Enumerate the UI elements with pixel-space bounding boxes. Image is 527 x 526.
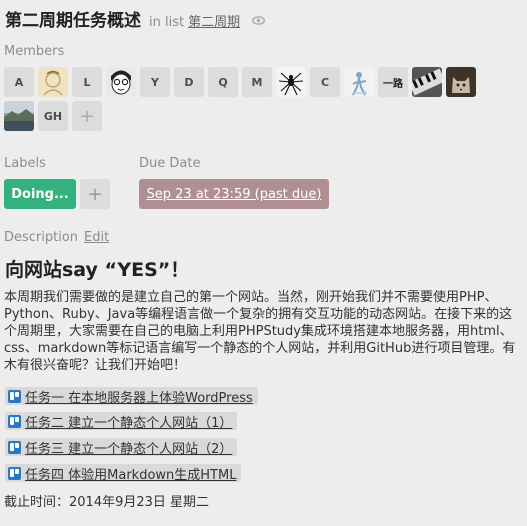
due-date-badge[interactable]: Sep 23 at 23:59 (past due)	[139, 179, 329, 209]
member-gh[interactable]: GH	[38, 101, 68, 131]
task-link-text: 任务三 建立一个静态个人网站（2）	[25, 441, 233, 457]
trello-card-icon	[8, 414, 21, 428]
figure-avatar-icon	[344, 67, 374, 97]
add-member-button[interactable]: +	[72, 101, 102, 131]
member-y[interactable]: Y	[140, 67, 170, 97]
description-body: 本周期我们需要做的是建立自己的第一个网站。当然，刚开始我们并不需要使用PHP、P…	[4, 290, 516, 373]
member-l[interactable]: L	[72, 67, 102, 97]
add-label-button[interactable]: +	[80, 179, 110, 209]
cartoon-face-avatar-icon	[106, 67, 136, 97]
member-avatar-cat[interactable]	[446, 67, 476, 97]
member-avatar-piano[interactable]	[412, 67, 442, 97]
spider-avatar-icon	[276, 67, 306, 97]
task-link-text: 任务四 体验用Markdown生成HTML	[25, 467, 237, 483]
description-heading: 向网站say “YES”！	[5, 259, 190, 281]
edit-description-link[interactable]: Edit	[84, 230, 109, 245]
member-d[interactable]: D	[174, 67, 204, 97]
description-header: Description Edit	[4, 230, 109, 245]
cat-avatar-icon	[446, 67, 476, 97]
task-link-3[interactable]: 任务三 建立一个静态个人网站（2）	[5, 438, 238, 457]
trello-card-icon	[8, 389, 21, 403]
member-c[interactable]: C	[310, 67, 340, 97]
member-avatar-cartoon[interactable]	[106, 67, 136, 97]
member-avatar-landscape[interactable]	[4, 101, 34, 131]
eye-icon[interactable]	[252, 10, 266, 25]
in-list-label: in list	[149, 15, 185, 30]
task-link-text: 任务一 在本地服务器上体验WordPress	[25, 390, 253, 406]
label-doing[interactable]: Doing...	[4, 179, 76, 209]
task-link-4[interactable]: 任务四 体验用Markdown生成HTML	[5, 464, 242, 483]
task-link-1[interactable]: 任务一 在本地服务器上体验WordPress	[5, 387, 258, 406]
deadline-text: 截止时间：2014年9月23日 星期二	[4, 495, 210, 510]
member-a[interactable]: A	[4, 67, 34, 97]
member-avatar-spider[interactable]	[276, 67, 306, 97]
member-avatar-sketch[interactable]	[38, 67, 68, 97]
landscape-avatar-icon	[4, 101, 34, 131]
card-title: 第二周期任务概述	[5, 11, 141, 31]
member-q[interactable]: Q	[208, 67, 238, 97]
due-date-label: Due Date	[139, 156, 201, 171]
list-link[interactable]: 第二周期	[188, 11, 240, 30]
labels-label: Labels	[4, 156, 46, 171]
member-m[interactable]: M	[242, 67, 272, 97]
trello-card-icon	[8, 466, 21, 480]
description-label: Description	[4, 230, 79, 245]
members-list: A L Y D Q M C 一路 GH +	[4, 67, 494, 135]
sketch-avatar-icon	[38, 67, 68, 97]
piano-keys-avatar-icon	[412, 67, 442, 97]
task-link-2[interactable]: 任务二 建立一个静态个人网站（1）	[5, 412, 238, 431]
task-link-text: 任务二 建立一个静态个人网站（1）	[25, 415, 233, 431]
card-header: 第二周期任务概述 in list 第二周期	[5, 6, 266, 31]
member-avatar-figure[interactable]	[344, 67, 374, 97]
trello-card-icon	[8, 440, 21, 454]
members-label: Members	[4, 44, 65, 59]
member-yilu[interactable]: 一路	[378, 67, 408, 97]
